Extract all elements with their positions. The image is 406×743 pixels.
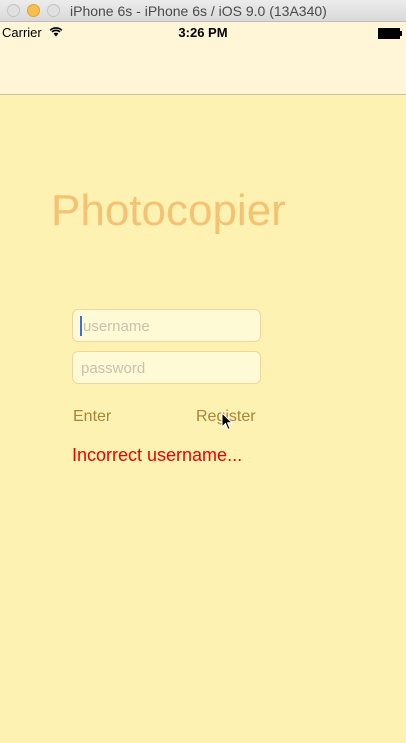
- text-cursor: [80, 316, 82, 336]
- enter-button[interactable]: Enter: [73, 408, 111, 426]
- window-zoom-button[interactable]: [47, 4, 60, 17]
- window-minimize-button[interactable]: [27, 4, 40, 17]
- simulator-title-bar: iPhone 6s - iPhone 6s / iOS 9.0 (13A340): [0, 0, 406, 22]
- mouse-pointer-icon: [221, 411, 234, 436]
- status-bar: Carrier 3:26 PM: [0, 22, 406, 42]
- username-placeholder: username: [83, 318, 150, 335]
- error-message: Incorrect username...: [72, 445, 243, 465]
- password-placeholder: password: [81, 360, 146, 377]
- navigation-bar: [0, 42, 406, 95]
- window-close-button[interactable]: [7, 4, 20, 17]
- battery-icon: [378, 28, 402, 39]
- password-field[interactable]: password: [72, 351, 261, 384]
- window-title: iPhone 6s - iPhone 6s / iOS 9.0 (13A340): [70, 3, 327, 19]
- app-title: Photocopier: [51, 186, 286, 235]
- status-time: 3:26 PM: [178, 25, 228, 40]
- username-field[interactable]: username: [72, 309, 261, 342]
